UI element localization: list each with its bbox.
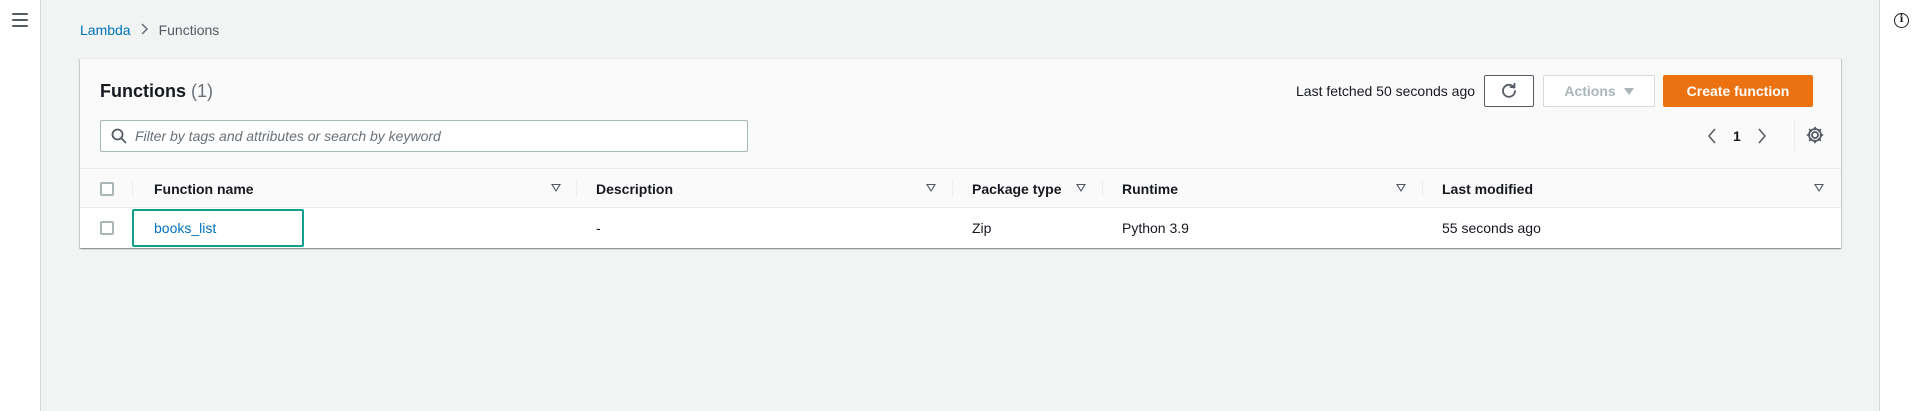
pagination-divider [1794, 119, 1795, 151]
refresh-icon [1502, 83, 1516, 98]
column-separator [576, 181, 577, 197]
column-header-package-type[interactable]: Package type [972, 169, 1062, 209]
column-header-runtime[interactable]: Runtime [1122, 169, 1178, 209]
breadcrumb-functions: Functions [158, 22, 220, 38]
last-fetched-text: Last fetched 50 seconds ago [1296, 83, 1476, 99]
search-icon [111, 128, 127, 144]
table-row: books_list - Zip Python 3.9 55 seconds a… [80, 208, 1841, 248]
sort-icon[interactable] [551, 184, 561, 192]
column-header-last-modified[interactable]: Last modified [1442, 169, 1533, 209]
description-cell: - [596, 220, 601, 236]
table-header-area: Functions (1) Last fetched 50 seconds ag… [80, 59, 1841, 168]
actions-label: Actions [1564, 83, 1616, 99]
chevron-right-icon [1758, 128, 1766, 144]
sort-icon[interactable] [1814, 184, 1824, 192]
gear-icon[interactable] [1806, 126, 1824, 144]
table-column-headers: Function name Description Package type R… [80, 168, 1841, 208]
column-separator [1102, 181, 1103, 197]
last-modified-cell: 55 seconds ago [1442, 220, 1541, 236]
breadcrumb-lambda[interactable]: Lambda [80, 22, 131, 38]
chevron-right-icon [141, 22, 149, 38]
menu-icon[interactable] [12, 13, 28, 27]
row-select-checkbox[interactable] [100, 221, 114, 235]
page-title: Functions (1) [100, 81, 213, 102]
search-box [100, 120, 748, 152]
column-separator [132, 181, 133, 197]
create-function-button[interactable]: Create function [1663, 75, 1813, 107]
tools-rail: i [1879, 0, 1920, 411]
search-input[interactable] [135, 122, 747, 150]
breadcrumb: Lambda Functions [80, 22, 219, 38]
select-all-checkbox[interactable] [100, 182, 114, 196]
refresh-button[interactable] [1484, 75, 1534, 107]
column-separator [1422, 181, 1423, 197]
function-count: (1) [191, 81, 214, 101]
info-icon[interactable]: i [1894, 13, 1909, 28]
function-name-link[interactable]: books_list [154, 220, 216, 236]
next-page-button[interactable] [1755, 124, 1769, 148]
package-type-cell: Zip [972, 220, 992, 236]
title-text: Functions [100, 81, 186, 101]
pagination: 1 [1705, 124, 1769, 148]
column-header-function-name[interactable]: Function name [154, 169, 254, 209]
sort-icon[interactable] [1396, 184, 1406, 192]
navigation-rail [0, 0, 41, 411]
caret-down-icon [1623, 87, 1634, 95]
runtime-cell: Python 3.9 [1122, 220, 1189, 236]
previous-page-button[interactable] [1705, 124, 1719, 148]
sort-icon[interactable] [926, 184, 936, 192]
current-page-number[interactable]: 1 [1733, 128, 1741, 144]
chevron-left-icon [1708, 128, 1716, 144]
function-name-cell: books_list [154, 208, 216, 248]
column-separator [952, 181, 953, 197]
column-header-description[interactable]: Description [596, 169, 673, 209]
functions-table-container: Functions (1) Last fetched 50 seconds ag… [80, 58, 1841, 248]
sort-icon[interactable] [1076, 184, 1086, 192]
actions-dropdown-button[interactable]: Actions [1543, 75, 1655, 107]
